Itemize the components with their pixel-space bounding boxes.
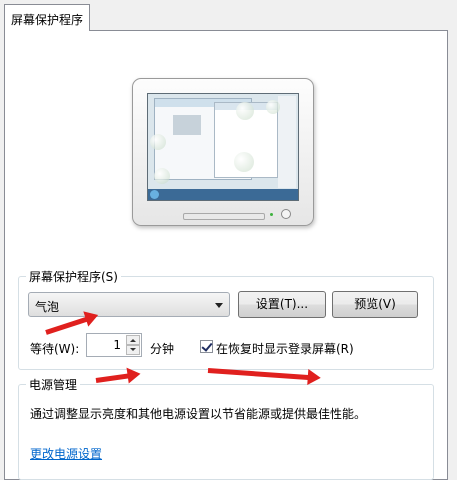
bubble-icon (266, 100, 280, 114)
resume-login-checkbox[interactable] (200, 340, 213, 353)
wait-minutes-value[interactable]: 1 (113, 338, 121, 352)
wait-minutes-spinner[interactable]: 1 (86, 333, 142, 357)
minute-label: 分钟 (150, 342, 175, 356)
screensaver-group-title: 屏幕保护程序(S) (26, 268, 121, 285)
settings-button[interactable]: 设置(T)... (238, 291, 326, 318)
dropdown-arrow-icon (215, 303, 223, 308)
preview-button[interactable]: 预览(V) (332, 291, 418, 318)
preview-taskbar (148, 189, 298, 200)
power-description: 通过调整显示亮度和其他电源设置以节省能源或提供最佳性能。 (30, 407, 367, 421)
screensaver-selected-value: 气泡 (35, 300, 60, 314)
preview-sidebar (278, 96, 296, 188)
preview-screen (147, 93, 299, 201)
wait-label: 等待(W): (30, 342, 80, 356)
spinner-down-icon[interactable] (126, 345, 140, 355)
resume-login-label[interactable]: 在恢复时显示登录屏幕(R) (216, 340, 354, 357)
tab-label: 屏幕保护程序 (11, 13, 84, 27)
spinner-up-icon[interactable] (126, 335, 140, 345)
tab-screensaver[interactable]: 屏幕保护程序 (4, 4, 90, 31)
change-power-settings-link[interactable]: 更改电源设置 (30, 445, 102, 462)
bubble-icon (234, 152, 254, 172)
bubble-icon (150, 134, 166, 150)
power-group-title: 电源管理 (26, 376, 81, 393)
bubble-icon (154, 168, 170, 184)
power-led-icon (270, 213, 273, 216)
monitor-slot (183, 213, 265, 220)
screensaver-select[interactable]: 气泡 (28, 292, 230, 317)
power-button-icon (281, 209, 291, 219)
power-group (18, 384, 434, 480)
bubble-icon (236, 102, 254, 120)
monitor-preview-icon (132, 78, 314, 226)
